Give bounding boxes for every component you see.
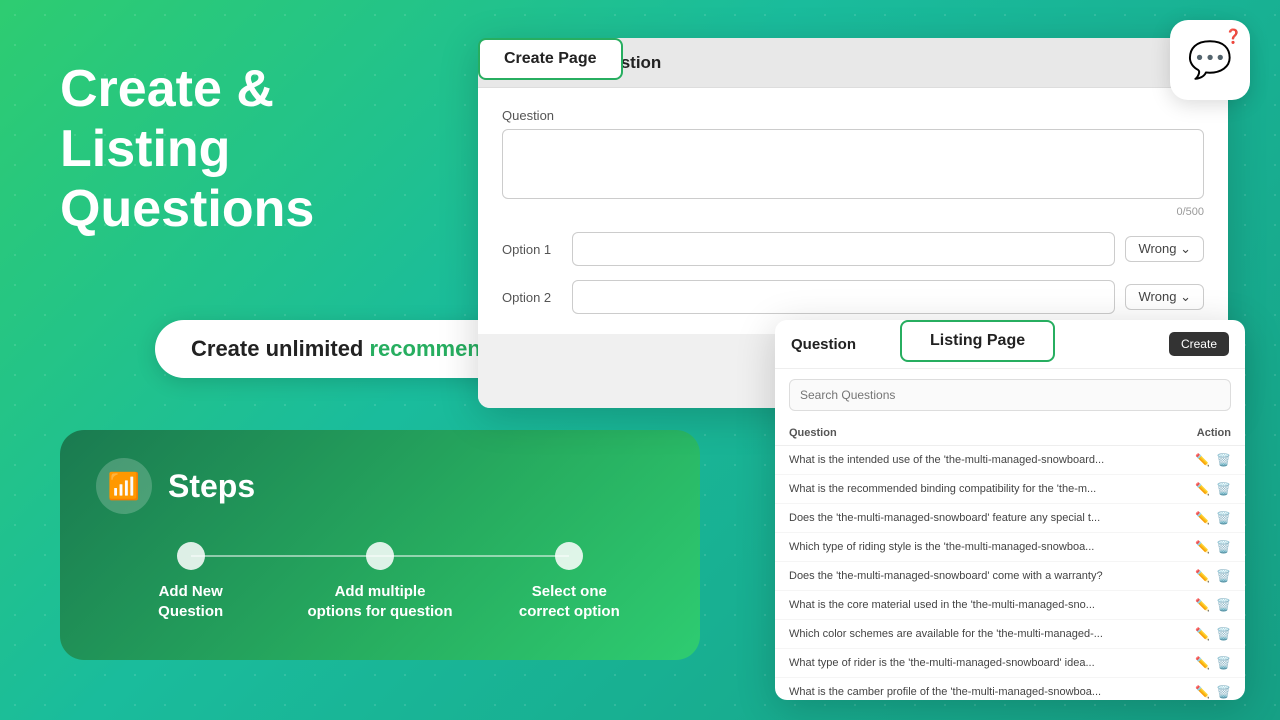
edit-icon[interactable]: ✏️ <box>1195 656 1210 670</box>
table-row[interactable]: Which type of riding style is the 'the-m… <box>775 533 1245 562</box>
hero-text: Create & Listing Questions <box>60 60 314 239</box>
delete-icon[interactable]: 🗑️ <box>1216 627 1231 641</box>
option2-input[interactable] <box>572 280 1115 314</box>
delete-icon[interactable]: 🗑️ <box>1216 540 1231 554</box>
option2-label: Option 2 <box>502 290 562 305</box>
row-actions: ✏️ 🗑️ <box>1195 627 1231 641</box>
steps-icon: 📶 <box>96 458 152 514</box>
option1-input[interactable] <box>572 232 1115 266</box>
row-question-text: What is the camber profile of the 'the-m… <box>789 686 1159 698</box>
row-question-text: Which type of riding style is the 'the-m… <box>789 541 1159 553</box>
steps-card: 📶 Steps Add NewQuestion Add multipleopti… <box>60 430 700 660</box>
hero-line1: Create & <box>60 60 314 120</box>
table-row[interactable]: Does the 'the-multi-managed-snowboard' c… <box>775 562 1245 591</box>
delete-icon[interactable]: 🗑️ <box>1216 598 1231 612</box>
search-input[interactable] <box>789 379 1231 411</box>
row-question-text: Does the 'the-multi-managed-snowboard' f… <box>789 512 1159 524</box>
table-row[interactable]: Does the 'the-multi-managed-snowboard' f… <box>775 504 1245 533</box>
badge-prefix: Create unlimited <box>191 336 363 361</box>
row-question-text: What is the intended use of the 'the-mul… <box>789 454 1159 466</box>
table-row[interactable]: Which color schemes are available for th… <box>775 620 1245 649</box>
listing-create-button[interactable]: Create <box>1169 332 1229 356</box>
col-action: Action <box>1197 427 1231 439</box>
hero-line2: Listing <box>60 120 314 180</box>
edit-icon[interactable]: ✏️ <box>1195 511 1210 525</box>
delete-icon[interactable]: 🗑️ <box>1216 685 1231 699</box>
delete-icon[interactable]: 🗑️ <box>1216 569 1231 583</box>
edit-icon[interactable]: ✏️ <box>1195 627 1210 641</box>
row-actions: ✏️ 🗑️ <box>1195 540 1231 554</box>
app-icon: 💬 ❓ <box>1170 20 1250 100</box>
steps-title: Steps <box>168 468 255 505</box>
option2-row: Option 2 Wrong ⌄ <box>502 280 1204 314</box>
char-count: 0/500 <box>502 206 1204 218</box>
table-row[interactable]: What is the intended use of the 'the-mul… <box>775 446 1245 475</box>
edit-icon[interactable]: ✏️ <box>1195 453 1210 467</box>
table-row[interactable]: What is the camber profile of the 'the-m… <box>775 678 1245 700</box>
row-question-text: Which color schemes are available for th… <box>789 628 1159 640</box>
row-question-text: Does the 'the-multi-managed-snowboard' c… <box>789 570 1159 582</box>
question-textarea[interactable] <box>502 129 1204 199</box>
create-page-tab[interactable]: Create Page <box>478 38 623 80</box>
question-label: Question <box>502 108 1204 123</box>
table-rows: What is the intended use of the 'the-mul… <box>775 446 1245 700</box>
listing-header-title: Question <box>791 336 856 353</box>
row-question-text: What is the recommended binding compatib… <box>789 483 1159 495</box>
edit-icon[interactable]: ✏️ <box>1195 540 1210 554</box>
delete-icon[interactable]: 🗑️ <box>1216 511 1231 525</box>
step-label-2: Add multipleoptions for question <box>308 582 453 621</box>
col-question: Question <box>789 427 837 439</box>
step-item-3: Select onecorrect option <box>475 542 664 621</box>
option1-label: Option 1 <box>502 242 562 257</box>
row-actions: ✏️ 🗑️ <box>1195 598 1231 612</box>
edit-icon[interactable]: ✏️ <box>1195 482 1210 496</box>
table-row[interactable]: What is the core material used in the 't… <box>775 591 1245 620</box>
edit-icon[interactable]: ✏️ <box>1195 598 1210 612</box>
search-bar <box>789 379 1231 411</box>
step-item-2: Add multipleoptions for question <box>285 542 474 621</box>
row-question-text: What is the core material used in the 't… <box>789 599 1159 611</box>
steps-row: Add NewQuestion Add multipleoptions for … <box>96 542 664 621</box>
option1-status[interactable]: Wrong ⌄ <box>1125 236 1204 262</box>
row-actions: ✏️ 🗑️ <box>1195 656 1231 670</box>
option1-row: Option 1 Wrong ⌄ <box>502 232 1204 266</box>
listing-page-tab[interactable]: Listing Page <box>900 320 1055 362</box>
listing-page-panel: Question Create Question Action What is … <box>775 320 1245 700</box>
delete-icon[interactable]: 🗑️ <box>1216 656 1231 670</box>
delete-icon[interactable]: 🗑️ <box>1216 482 1231 496</box>
step-label-3: Select onecorrect option <box>519 582 620 621</box>
row-actions: ✏️ 🗑️ <box>1195 453 1231 467</box>
table-header: Question Action <box>775 421 1245 446</box>
row-actions: ✏️ 🗑️ <box>1195 685 1231 699</box>
table-row[interactable]: What is the recommended binding compatib… <box>775 475 1245 504</box>
step-label-1: Add NewQuestion <box>158 582 223 621</box>
row-question-text: What type of rider is the 'the-multi-man… <box>789 657 1159 669</box>
steps-header: 📶 Steps <box>96 458 664 514</box>
hero-line3: Questions <box>60 180 314 240</box>
step-item-1: Add NewQuestion <box>96 542 285 621</box>
edit-icon[interactable]: ✏️ <box>1195 569 1210 583</box>
table-row[interactable]: What type of rider is the 'the-multi-man… <box>775 649 1245 678</box>
step-circle-3 <box>555 542 583 570</box>
row-actions: ✏️ 🗑️ <box>1195 482 1231 496</box>
row-actions: ✏️ 🗑️ <box>1195 511 1231 525</box>
create-question-body: Question 0/500 Option 1 Wrong ⌄ Option 2… <box>478 88 1228 334</box>
option2-status[interactable]: Wrong ⌄ <box>1125 284 1204 310</box>
delete-icon[interactable]: 🗑️ <box>1216 453 1231 467</box>
edit-icon[interactable]: ✏️ <box>1195 685 1210 699</box>
row-actions: ✏️ 🗑️ <box>1195 569 1231 583</box>
